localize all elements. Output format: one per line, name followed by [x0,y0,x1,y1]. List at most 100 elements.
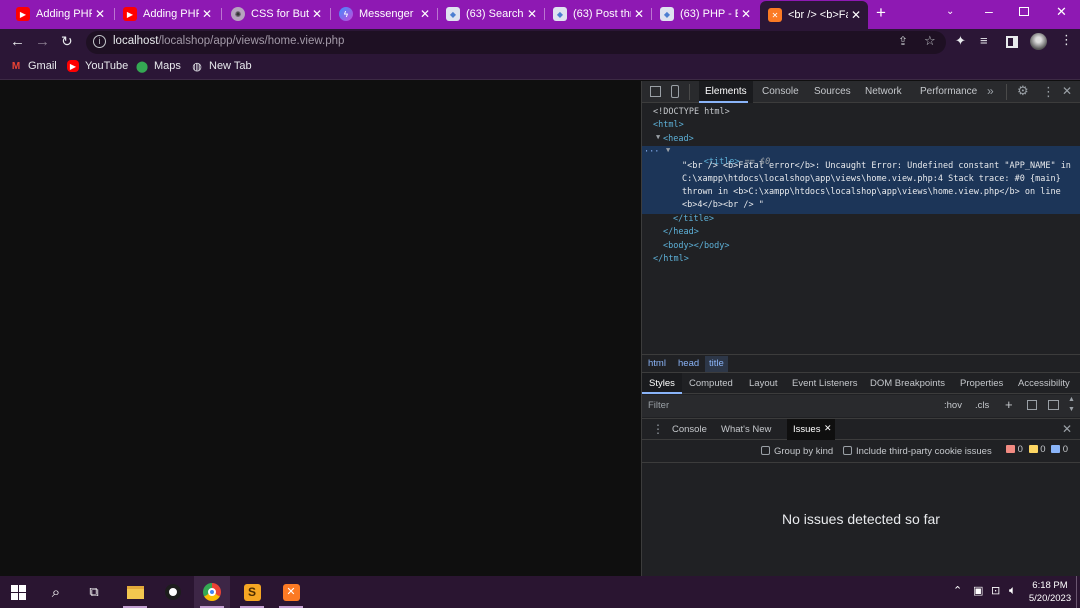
xampp-icon[interactable]: ✕ [273,576,309,608]
dom-node-head[interactable]: <head> [663,134,694,144]
drawer-menu-icon[interactable]: ⋮ [652,422,664,436]
forward-button[interactable]: → [35,33,50,50]
site-info-icon[interactable]: i [93,35,106,48]
close-devtools-icon[interactable]: ✕ [1062,84,1072,98]
volume-icon[interactable]: 🔈︎ [1009,583,1016,598]
close-tab-icon[interactable]: ✕ [738,7,754,21]
node-actions-icon[interactable]: ··· [644,147,659,157]
breadcrumb-item-selected[interactable]: title [705,356,728,372]
sublime-text-icon[interactable]: S [234,576,270,608]
browser-tab[interactable]: ϟ Messenger ✕ [331,3,437,25]
bookmark-new-tab[interactable]: ◍ New Tab [191,60,251,73]
inspect-element-icon[interactable] [650,86,661,97]
browser-tab[interactable]: ▶ Adding PHP S ✕ [8,3,112,25]
task-view-icon[interactable]: ⧉ [76,576,112,608]
device-toolbar-icon[interactable] [671,85,679,98]
new-style-rule-icon[interactable]: + [1005,397,1013,412]
search-icon[interactable]: ⌕ [38,576,74,608]
browser-tab[interactable]: ◆ (63) Search re ✕ [438,3,544,25]
close-tab-icon[interactable]: ✕ [417,7,433,21]
minimize-button[interactable]: – [985,3,993,19]
extensions-icon[interactable]: ✦ [955,33,966,49]
tab-dom-breakpoints[interactable]: DOM Breakpoints [870,378,945,389]
reload-button[interactable]: ↻ [61,33,73,50]
dom-node-body[interactable]: <body></body> [663,241,730,251]
close-tab-icon[interactable]: ✕ [824,423,832,434]
close-tab-icon[interactable]: ✕ [199,7,215,21]
page-viewport[interactable] [0,81,641,576]
tab-event-listeners[interactable]: Event Listeners [792,378,857,389]
third-party-checkbox[interactable]: Include third-party cookie issues [843,446,992,457]
breadcrumb-item[interactable]: html [648,358,666,369]
tab-sources[interactable]: Sources [808,81,857,103]
new-tab-button[interactable]: + [876,4,886,22]
devtools-menu-icon[interactable]: ⋮ [1042,84,1055,100]
tab-search-button[interactable]: ⌄ [946,6,954,17]
tab-layout[interactable]: Layout [749,378,778,389]
title-text-node[interactable]: "<br /> <b>Fatal error</b>: Uncaught Err… [682,161,1071,171]
cls-toggle[interactable]: .cls [975,400,989,411]
tab-styles[interactable]: Styles [642,373,682,394]
tab-properties[interactable]: Properties [960,378,1003,389]
menu-kebab-icon[interactable]: ⋮ [1060,32,1073,48]
close-window-button[interactable]: ✕ [1056,4,1067,20]
close-drawer-icon[interactable]: ✕ [1062,422,1072,436]
issue-counts[interactable]: 0 0 0 [1006,444,1068,455]
browser-tab[interactable]: ◆ (63) PHP - E-C ✕ [652,3,758,25]
browser-tab[interactable]: ✺ CSS for Butto ✕ [223,3,329,25]
scroll-arrows-icon[interactable]: ▲ ▼ [1068,395,1075,415]
tab-accessibility[interactable]: Accessibility [1018,378,1070,389]
chrome-icon[interactable] [194,576,230,608]
media-control-icon[interactable]: ≡ [980,33,988,48]
file-explorer-icon[interactable] [117,576,153,608]
dom-node-html-close[interactable]: </html> [653,254,689,264]
share-icon[interactable]: ⇪ [898,34,908,48]
expand-triangle-icon[interactable]: ▼ [656,133,660,141]
browser-tab[interactable]: ▶ Adding PHP F ✕ [115,3,219,25]
show-desktop-button[interactable] [1076,576,1077,608]
bookmark-youtube[interactable]: ▶ YouTube [67,60,128,72]
tab-network[interactable]: Network [859,81,908,103]
browser-tab[interactable]: ◆ (63) Post thre ✕ [545,3,651,25]
restore-button[interactable] [1019,7,1029,16]
tab-console[interactable]: Console [756,81,805,103]
address-bar[interactable]: i localhost/localshop/app/views/home.vie… [86,31,946,54]
styles-filter-input[interactable]: Filter [648,400,669,411]
breadcrumb-item[interactable]: head [678,358,699,369]
profile-avatar[interactable] [1030,33,1047,50]
drawer-tab-console[interactable]: Console [672,424,707,435]
close-tab-icon[interactable]: ✕ [309,7,325,21]
side-panel-icon[interactable] [1006,36,1018,48]
start-button[interactable] [0,576,36,608]
title-text-node[interactable]: C:\xampp\htdocs\localshop\app\views\home… [682,174,1061,184]
network-icon[interactable]: ⊡ [991,584,1000,597]
back-button[interactable]: ← [10,33,25,50]
dom-node-doctype[interactable]: <!DOCTYPE html> [653,107,730,117]
browser-tab-active[interactable]: ✕ <br /> <b>Fa ✕ [760,1,868,29]
computed-sidebar-icon[interactable] [1048,400,1059,410]
tab-performance[interactable]: Performance [914,81,983,103]
bookmark-gmail[interactable]: M Gmail [10,60,57,72]
drawer-tab-issues[interactable]: Issues ✕ [787,419,835,440]
element-state-icon[interactable] [1027,400,1037,410]
title-text-node[interactable]: <b>4</b><br /> " [682,200,764,210]
drawer-tab-whats-new[interactable]: What's New [721,424,771,435]
title-text-node[interactable]: thrown in <b>C:\xampp\htdocs\localshop\a… [682,187,1061,197]
close-tab-icon[interactable]: ✕ [631,7,647,21]
show-hidden-icons[interactable]: ⌃ [953,584,962,597]
close-tab-icon[interactable]: ✕ [848,8,864,22]
dom-node-html[interactable]: <html> [653,120,684,130]
bookmark-maps[interactable]: ⬤ Maps [136,60,181,73]
system-clock[interactable]: 6:18 PM 5/20/2023 [1028,579,1072,605]
dom-node-title-close[interactable]: </title> [673,214,714,224]
expand-triangle-icon[interactable]: ▼ [666,146,670,154]
clock-app-icon[interactable] [155,576,191,608]
bookmark-star-icon[interactable]: ☆ [924,33,936,49]
group-by-kind-checkbox[interactable]: Group by kind [761,446,833,457]
more-tabs-icon[interactable]: » [987,84,994,98]
hov-toggle[interactable]: :hov [944,400,962,411]
tab-elements[interactable]: Elements [699,81,753,103]
close-tab-icon[interactable]: ✕ [524,7,540,21]
settings-gear-icon[interactable]: ⚙ [1017,83,1029,99]
tab-computed[interactable]: Computed [689,378,733,389]
